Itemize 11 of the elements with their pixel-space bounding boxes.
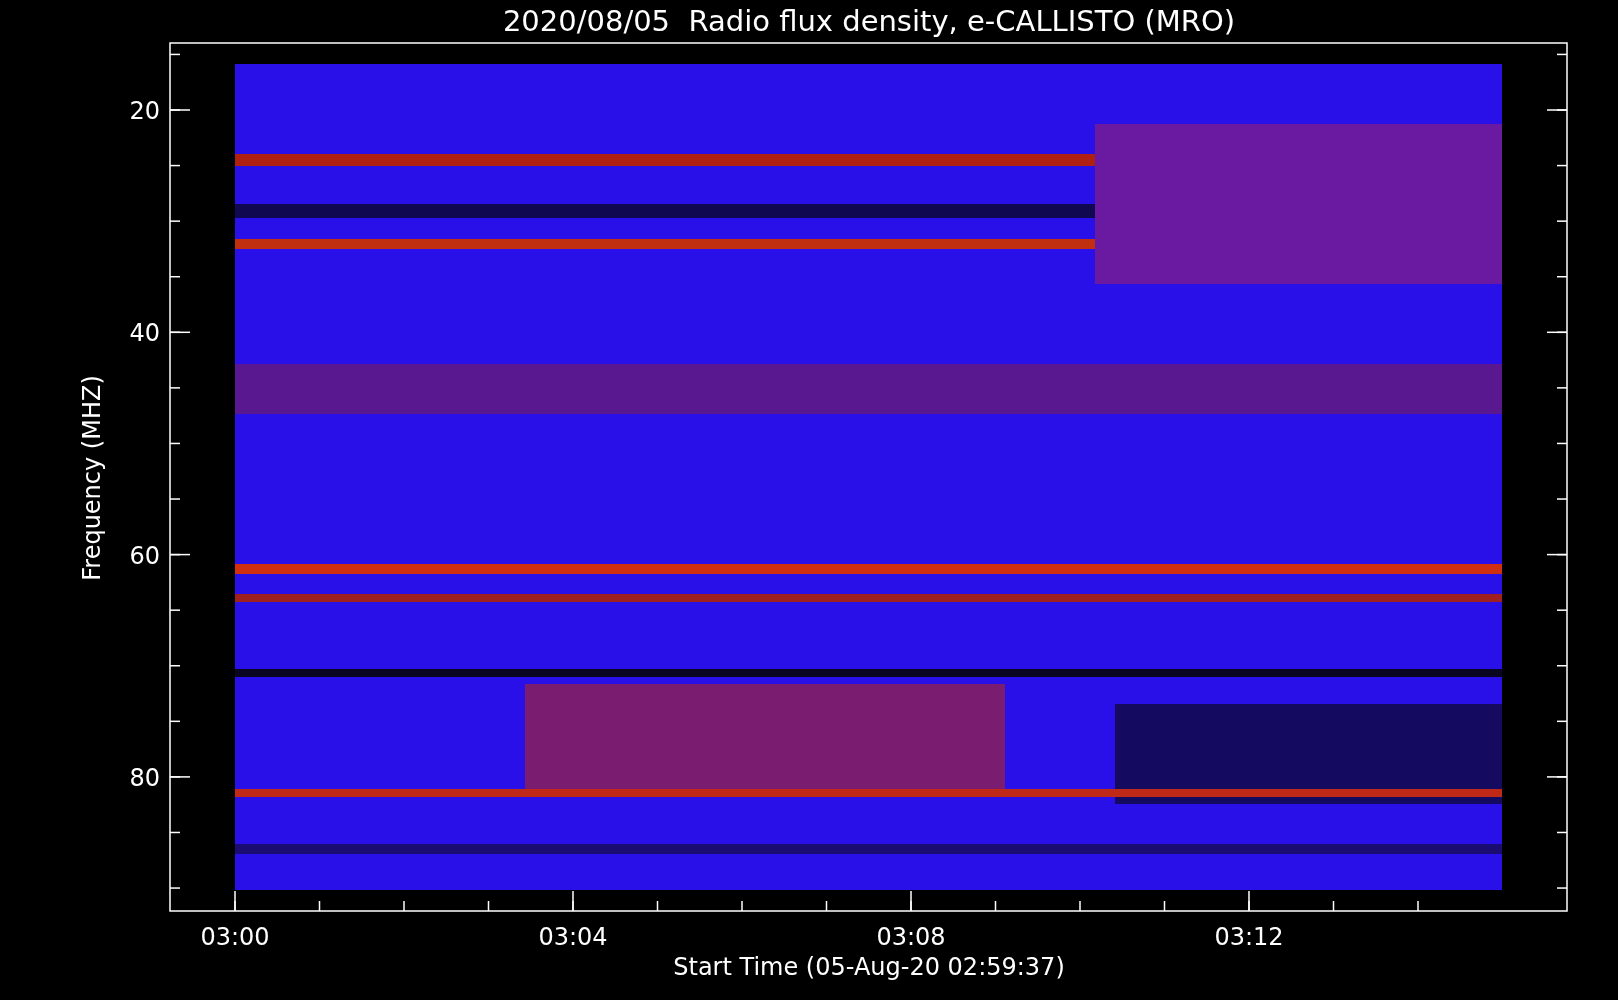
y-axis-label: Frequency (MHZ) [78,375,106,581]
y-tick-label: 60 [129,541,160,570]
plot-title: 2020/08/05 Radio flux density, e-CALLISTO (MRO) [502,4,1236,38]
x-tick-label: 03:00 [200,923,270,951]
x-tick-label: 03:12 [1214,923,1284,951]
y-tick-label: 80 [129,763,160,792]
y-tick-label: 20 [129,97,160,125]
x-axis-label: Start Time (05-Aug-20 02:59:37) [673,953,1065,981]
x-tick-label: 03:08 [876,923,946,951]
y-tick-label: 40 [129,319,160,348]
x-tick-label: 03:04 [538,923,608,951]
